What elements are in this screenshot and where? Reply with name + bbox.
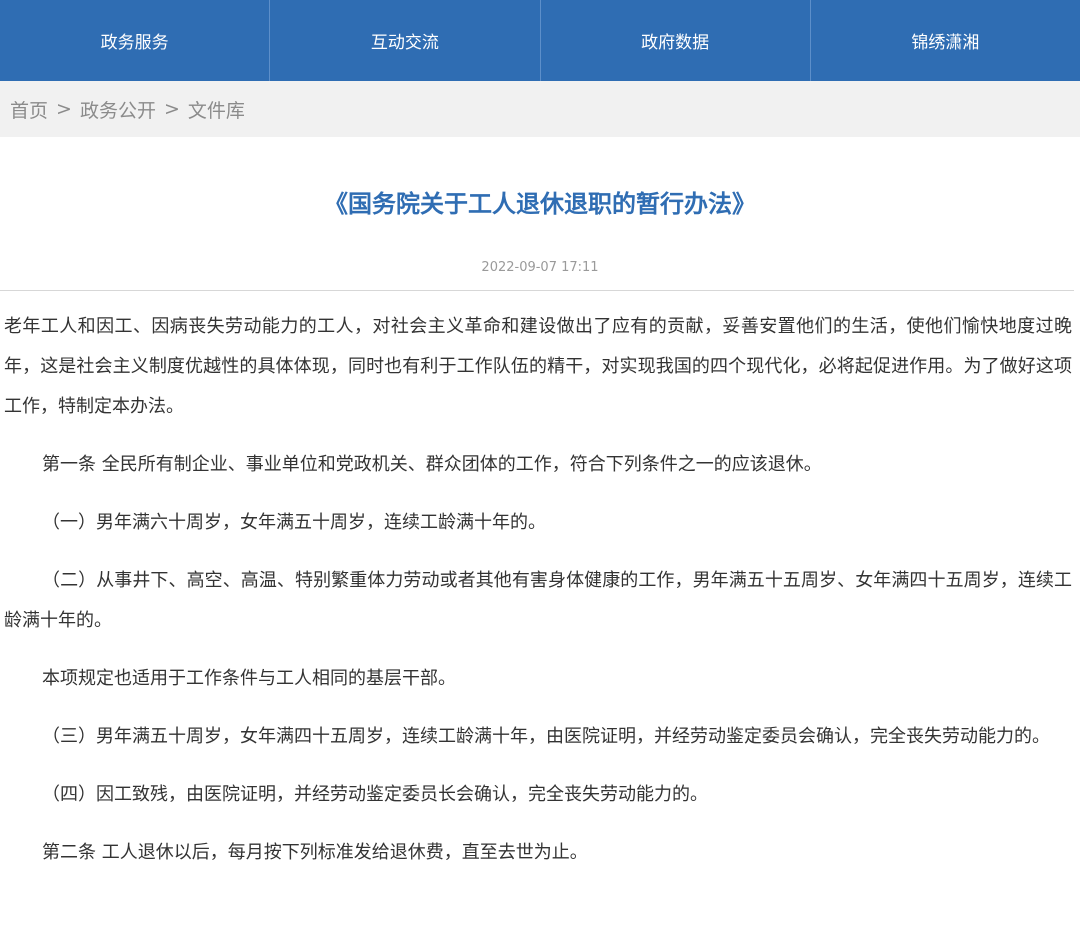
- nav-item-services[interactable]: 政务服务: [0, 0, 271, 81]
- breadcrumb: 首页 > 政务公开 > 文件库: [0, 81, 1080, 137]
- breadcrumb-current[interactable]: 文件库: [188, 96, 245, 123]
- nav-item-hunan[interactable]: 锦绣潇湘: [811, 0, 1080, 81]
- nav-item-interaction[interactable]: 互动交流: [270, 0, 541, 81]
- breadcrumb-separator: >: [163, 98, 180, 120]
- article-paragraph: 第一条 全民所有制企业、事业单位和党政机关、群众团体的工作，符合下列条件之一的应…: [42, 454, 822, 475]
- article-paragraph: （四）因工致残，由医院证明，并经劳动鉴定委员长会确认，完全丧失劳动能力的。: [42, 784, 708, 805]
- breadcrumb-home-link[interactable]: 首页: [10, 96, 48, 123]
- top-nav: 政务服务 互动交流 政府数据 锦绣潇湘: [0, 0, 1080, 81]
- article-paragraph: 第二条 工人退休以后，每月按下列标准发给退休费，直至去世为止。: [42, 842, 588, 863]
- article-title: 《国务院关于工人退休退职的暂行办法》: [324, 190, 756, 218]
- article-paragraph: （一）男年满六十周岁，女年满五十周岁，连续工龄满十年的。: [42, 512, 546, 533]
- article-paragraph: （三）男年满五十周岁，女年满四十五周岁，连续工龄满十年，由医院证明，并经劳动鉴定…: [42, 726, 1050, 747]
- article-date: 2022-09-07 17:11: [481, 260, 599, 275]
- breadcrumb-section-link[interactable]: 政务公开: [80, 96, 156, 123]
- title-divider: [0, 290, 1074, 291]
- article-paragraph: （二）从事井下、高空、高温、特别繁重体力劳动或者其他有害身体健康的工作，男年满五…: [4, 570, 1072, 631]
- article-body: 老年工人和因工、因病丧失劳动能力的工人，对社会主义革命和建设做出了应有的贡献，妥…: [0, 307, 1080, 873]
- article-paragraph: 本项规定也适用于工作条件与工人相同的基层干部。: [42, 668, 456, 689]
- article-paragraph: 老年工人和因工、因病丧失劳动能力的工人，对社会主义革命和建设做出了应有的贡献，妥…: [4, 316, 1072, 417]
- nav-item-gov-data[interactable]: 政府数据: [541, 0, 811, 81]
- page: 政务服务 互动交流 政府数据 锦绣潇湘 首页 > 政务公开 > 文件库 《国务院…: [0, 0, 1080, 944]
- breadcrumb-separator: >: [56, 98, 72, 120]
